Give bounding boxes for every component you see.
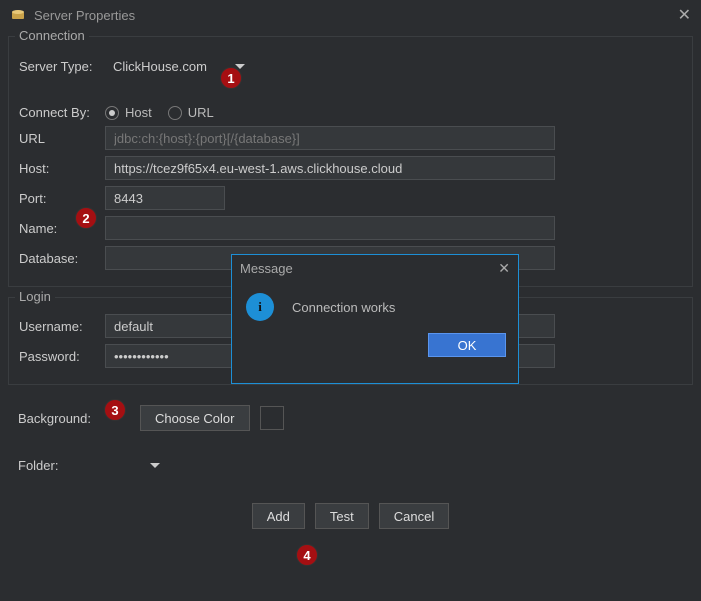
background-label: Background: — [18, 411, 114, 426]
port-input[interactable] — [105, 186, 225, 210]
username-label: Username: — [19, 319, 105, 334]
callout-3: 3 — [104, 399, 126, 421]
dialog-title: Message — [240, 261, 498, 276]
callout-1: 1 — [220, 67, 242, 89]
color-swatch[interactable] — [260, 406, 284, 430]
choose-color-button[interactable]: Choose Color — [140, 405, 250, 431]
radio-url[interactable]: URL — [168, 105, 214, 120]
window-title: Server Properties — [34, 8, 678, 23]
titlebar: Server Properties ✕ — [0, 0, 701, 30]
name-input[interactable] — [105, 216, 555, 240]
radio-url-label: URL — [188, 105, 214, 120]
callout-4: 4 — [296, 544, 318, 566]
password-label: Password: — [19, 349, 105, 364]
callout-2: 2 — [75, 207, 97, 229]
host-input[interactable] — [105, 156, 555, 180]
close-icon[interactable]: ✕ — [498, 260, 510, 277]
folder-label: Folder: — [18, 458, 114, 473]
url-input[interactable] — [105, 126, 555, 150]
radio-dot-icon — [105, 106, 119, 120]
connection-group: Connection Server Type: ClickHouse.com C… — [8, 36, 693, 287]
server-type-value: ClickHouse.com — [113, 59, 207, 74]
cancel-button[interactable]: Cancel — [379, 503, 449, 529]
ok-button[interactable]: OK — [428, 333, 506, 357]
login-group-label: Login — [15, 289, 55, 304]
add-button[interactable]: Add — [252, 503, 305, 529]
connect-by-label: Connect By: — [19, 105, 105, 120]
server-type-label: Server Type: — [19, 59, 105, 74]
radio-dot-icon — [168, 106, 182, 120]
radio-host-label: Host — [125, 105, 152, 120]
info-icon: i — [246, 293, 274, 321]
chevron-down-icon — [150, 463, 160, 468]
port-label: Port: — [19, 191, 105, 206]
dialog-message: Connection works — [292, 300, 395, 315]
host-label: Host: — [19, 161, 105, 176]
database-label: Database: — [19, 251, 105, 266]
server-icon — [10, 6, 26, 25]
test-button[interactable]: Test — [315, 503, 369, 529]
radio-host[interactable]: Host — [105, 105, 152, 120]
url-label: URL — [19, 131, 105, 146]
folder-select[interactable] — [114, 453, 168, 477]
close-icon[interactable]: ✕ — [678, 5, 691, 25]
connection-group-label: Connection — [15, 28, 89, 43]
footer-buttons: Add Test Cancel — [0, 503, 701, 529]
message-dialog: Message ✕ i Connection works OK — [231, 254, 519, 384]
